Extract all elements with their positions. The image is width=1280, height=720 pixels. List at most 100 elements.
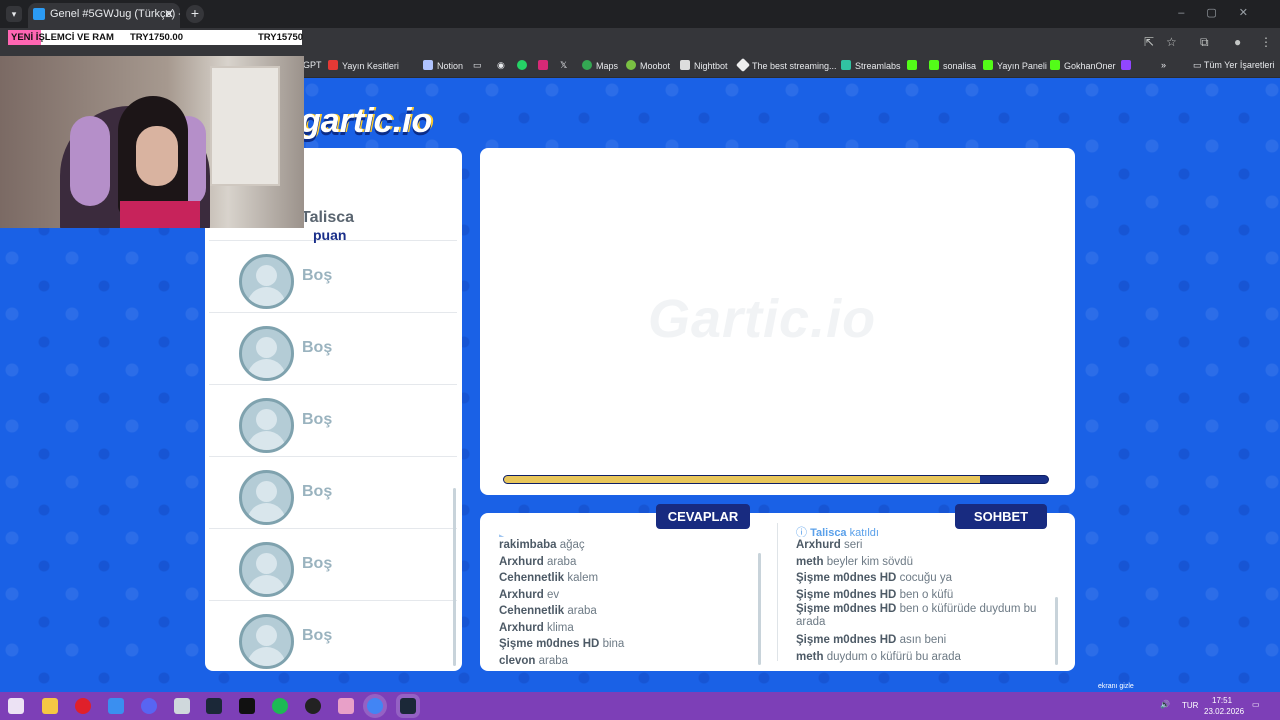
player-row-empty: Boş	[209, 601, 457, 671]
avatar	[239, 470, 294, 525]
bookmark-maps[interactable]: Maps	[582, 60, 618, 71]
player-row-empty: Boş	[209, 385, 457, 457]
answers-list: ▸ rakimbaba ağaç Arxhurd araba Cehennetl…	[499, 529, 761, 669]
goal-label: YENİ İŞLEMCİ VE RAM	[11, 32, 114, 43]
background-shelf	[210, 66, 280, 186]
spotify-icon[interactable]	[272, 698, 288, 714]
player-slot-label: Boş	[302, 339, 333, 356]
player-slot-label: Boş	[302, 627, 333, 644]
list-item: Arxhurd araba	[499, 555, 577, 568]
clock-date[interactable]: 23.02.2026	[1204, 707, 1244, 716]
answers-tab[interactable]: CEVAPLAR	[656, 504, 750, 529]
bookmark-yayin-kesitleri[interactable]: Yayın Kesitleri	[328, 60, 399, 71]
panel-divider	[777, 523, 778, 661]
chatgpt-icon[interactable]: ◉	[497, 60, 505, 71]
list-item: meth duydum o küfürü bu arada	[796, 650, 961, 663]
list-item: Şişme m0dnes HD cocuğu ya	[796, 572, 952, 584]
chat-list: ⓘ Talisca katıldı Arxhurd seri meth beyl…	[796, 527, 1052, 665]
extensions-icon[interactable]: ⧉	[1200, 35, 1209, 50]
more-bookmarks-icon[interactable]: »	[1161, 60, 1166, 70]
player-row-empty: Boş	[209, 457, 457, 529]
profile-avatar-icon[interactable]: ●	[1234, 35, 1241, 49]
discord-icon[interactable]	[141, 698, 157, 714]
list-item: Cehennetlik kalem	[499, 572, 599, 584]
steam-icon[interactable]	[400, 698, 416, 714]
steam-icon[interactable]	[206, 698, 222, 714]
clock-time[interactable]: 17:51	[1212, 696, 1232, 705]
list-item: meth beyler kim sövdü	[796, 555, 913, 568]
tab-title: Genel #5GWJug (Türkçe) - Gartic	[50, 8, 180, 20]
app-icon[interactable]	[108, 698, 124, 714]
language-indicator[interactable]: TUR	[1182, 701, 1198, 710]
obs-icon[interactable]	[305, 698, 321, 714]
bookmark-notion[interactable]: Notion	[423, 60, 463, 71]
webcam-overlay	[0, 56, 304, 228]
goal-current: TRY1750.00	[130, 32, 183, 43]
player-list-scrollbar[interactable]	[453, 488, 456, 666]
drawing-canvas[interactable]: Gartic.io	[480, 148, 1075, 495]
list-item: clevon araba	[499, 654, 569, 667]
player-slot-label: Boş	[302, 267, 333, 284]
list-item: Şişme m0dnes HD ben o küfürüde duydum bu…	[796, 603, 1037, 628]
avatar	[239, 614, 294, 669]
player-row-empty: Boş	[209, 529, 457, 601]
folder-icon[interactable]: ▭	[473, 60, 482, 71]
bookmark-moobot[interactable]: Moobot	[626, 60, 670, 71]
turn-timer-bar	[503, 475, 1049, 484]
chrome-icon[interactable]	[367, 698, 383, 714]
active-tab[interactable]: Genel #5GWJug (Türkçe) - Gartic ✕	[28, 3, 180, 28]
player-slot-label: Boş	[302, 483, 333, 500]
menu-icon[interactable]: ⋮	[1260, 35, 1272, 49]
bookmark-sonalisa[interactable]: sonalisa	[929, 60, 976, 71]
bookmark-yayin-paneli[interactable]: Yayın Paneli	[983, 60, 1047, 71]
cast-icon[interactable]: ⇱	[1144, 35, 1154, 49]
window-controls[interactable]: –▢✕	[1178, 6, 1270, 19]
player-slot-label: Boş	[302, 555, 333, 572]
kick-icon[interactable]	[907, 60, 921, 71]
new-tab-button[interactable]: +	[186, 5, 204, 23]
gartic-favicon-icon	[33, 8, 45, 20]
epic-games-icon[interactable]	[239, 698, 255, 714]
whatsapp-icon[interactable]	[517, 60, 531, 71]
chat-scrollbar[interactable]	[1055, 597, 1058, 665]
list-item: Şişme m0dnes HD bina	[499, 638, 625, 650]
bookmark-streamlabs[interactable]: Streamlabs	[841, 60, 901, 71]
list-item: Arxhurd ev	[499, 588, 560, 601]
notifications-icon[interactable]: ▭	[1252, 700, 1260, 709]
x-icon[interactable]: 𝕏	[560, 60, 567, 71]
instagram-icon[interactable]	[538, 60, 552, 71]
player-name: Talisca	[301, 209, 355, 226]
answers-chat-panel: CEVAPLAR SOHBET ▸ rakimbaba ağaç Arxhurd…	[480, 504, 1075, 671]
player-slot-label: Boş	[302, 411, 333, 428]
start-icon[interactable]	[8, 698, 24, 714]
close-tab-icon[interactable]: ✕	[164, 3, 174, 25]
turn-timer-fill	[504, 476, 980, 483]
player-row-empty: Boş	[209, 241, 457, 313]
bookmark-gokhanoner[interactable]: GokhanOner	[1050, 60, 1116, 71]
bookmark-star-icon[interactable]: ☆	[1166, 35, 1177, 49]
app-icon[interactable]	[338, 698, 354, 714]
player-row-empty: Boş	[209, 313, 457, 385]
answers-ghost-line: ▸	[499, 531, 505, 537]
canvas-watermark: Gartic.io	[648, 289, 877, 349]
volume-icon[interactable]: 🔊	[1160, 700, 1170, 709]
app-icon[interactable]	[174, 698, 190, 714]
list-item: Cehennetlik araba	[499, 605, 597, 617]
tab-search-icon[interactable]: ▾	[6, 6, 22, 22]
answers-scrollbar[interactable]	[758, 553, 761, 665]
gartic-logo[interactable]: gartic.io	[300, 102, 432, 141]
folder-icon: ▭	[1193, 60, 1204, 70]
youtube-icon	[328, 60, 338, 70]
bookmark-gpt[interactable]: GPT	[303, 60, 322, 70]
file-explorer-icon[interactable]	[42, 698, 58, 714]
us-flag-icon	[423, 60, 433, 70]
windows-taskbar: 🔊 TUR 17:51 23.02.2026 ▭	[0, 692, 1280, 720]
avatar	[239, 542, 294, 597]
bookmark-streaming[interactable]: The best streaming...	[735, 57, 837, 73]
avatar	[239, 326, 294, 381]
all-bookmarks[interactable]: ▭ Tüm Yer İşaretleri	[1193, 60, 1274, 71]
opera-icon[interactable]	[75, 698, 91, 714]
twitch-icon[interactable]	[1121, 60, 1135, 71]
avatar	[239, 254, 294, 309]
bookmark-nightbot[interactable]: Nightbot	[680, 60, 728, 71]
